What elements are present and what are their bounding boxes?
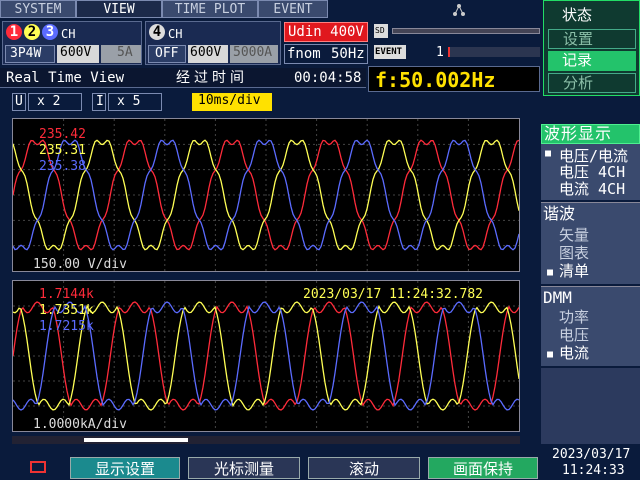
capture-timestamp: 2023/03/17 11:24:32.782 <box>303 287 484 302</box>
channel-4-group[interactable]: 4 CH OFF 600V 5000A <box>145 21 281 65</box>
display-settings-button[interactable]: 显示设置 <box>70 457 180 479</box>
network-icon <box>452 2 466 16</box>
status-menu: 状态 设置 记录 分析 <box>543 0 640 96</box>
ch3-badge: 3 <box>42 24 58 40</box>
udin-indicator: Udin 400V <box>284 22 368 42</box>
waveform-submenu: ■ 电压/电流 电压 4CH 电流 4CH <box>541 144 640 200</box>
current-div-label: 1.0000kA/div <box>33 417 127 432</box>
current-range-field: 5A <box>101 45 141 63</box>
event-count: 1 <box>436 45 444 60</box>
voltage-waveform-panel[interactable]: 235.42 235.31 235.38 150.00 V/div <box>12 118 520 272</box>
voltage-div-label: 150.00 V/div <box>33 257 127 272</box>
clock-time: 11:24:33 <box>562 463 625 478</box>
i-scale-label: I <box>92 93 106 111</box>
scroll-thumb[interactable] <box>84 438 188 442</box>
ch4-voltage-range-field: 600V <box>188 45 228 63</box>
view-name: Real Time View <box>6 70 125 86</box>
voltage-range-field: 600V <box>57 45 99 63</box>
dmm-menu: DMM 功率 电压 ■ 电流 <box>541 286 640 366</box>
status-item-settings[interactable]: 设置 <box>548 29 636 49</box>
cursor-measure-button[interactable]: 光标测量 <box>188 457 300 479</box>
scroll-button[interactable]: 滚动 <box>308 457 420 479</box>
u-scale-label: U <box>12 93 26 111</box>
voltage-waveform-svg <box>13 119 519 271</box>
ch4-current-range-field: 5000A <box>230 45 278 63</box>
battery-icon <box>30 461 46 473</box>
current-waveform-panel[interactable]: 1.7144k 1.7351k 1.7215k 2023/03/17 11:24… <box>12 280 520 432</box>
side-menu-filler <box>541 368 640 444</box>
elapsed-time: 00:04:58 <box>294 70 362 86</box>
dmm-menu-title[interactable]: DMM <box>543 290 572 306</box>
harmonic-menu-title[interactable]: 谐波 <box>543 206 575 222</box>
fnom-indicator: fnom 50Hz <box>284 44 368 64</box>
tab-time-plot[interactable]: TIME PLOT <box>162 0 258 18</box>
u-scale-value[interactable]: x 2 <box>28 93 82 111</box>
frequency-display: f:50.002Hz <box>368 66 540 92</box>
ch1-badge: 1 <box>6 24 22 40</box>
status-item-analysis[interactable]: 分析 <box>548 73 636 93</box>
voltage-readout-ch1: 235.42 <box>39 127 86 142</box>
ch4-badge: 4 <box>149 24 165 40</box>
sd-card-icon: SD <box>374 24 388 38</box>
status-item-record[interactable]: 记录 <box>548 51 636 71</box>
info-row: Real Time View 经过时间 00:04:58 <box>0 68 366 88</box>
screen-hold-button[interactable]: 画面保持 <box>428 457 538 479</box>
tab-view[interactable]: VIEW <box>76 0 162 18</box>
waveform-menu-title[interactable]: 波形显示 <box>541 124 640 144</box>
elapsed-label: 经过时间 <box>176 70 248 86</box>
clock-date: 2023/03/17 <box>552 447 631 462</box>
status-menu-title: 状态 <box>562 6 593 24</box>
voltage-readout-ch2: 235.31 <box>39 143 86 158</box>
tab-event[interactable]: EVENT <box>258 0 328 18</box>
time-div-value[interactable]: 10ms/div <box>192 93 272 111</box>
current-readout-ch1: 1.7144k <box>39 287 94 302</box>
ch4-label: CH <box>168 27 183 41</box>
i-scale-value[interactable]: x 5 <box>108 93 162 111</box>
event-bar <box>448 47 540 57</box>
scroll-position-bar[interactable] <box>12 436 520 444</box>
channel-group-123[interactable]: 1 2 3 CH 3P4W 600V 5A <box>2 21 142 65</box>
ch-label: CH <box>61 27 76 41</box>
current-readout-ch2: 1.7351k <box>39 303 94 318</box>
event-badge: EVENT <box>374 45 406 59</box>
current-readout-ch3: 1.7215k <box>39 319 94 334</box>
harmonic-menu: 谐波 矢量 图表 ■ 清单 <box>541 202 640 284</box>
ch4-state-field: OFF <box>148 45 186 63</box>
wiring-field: 3P4W <box>5 45 55 63</box>
ch2-badge: 2 <box>24 24 40 40</box>
voltage-readout-ch3: 235.38 <box>39 159 86 174</box>
sd-usage-bar <box>392 28 540 34</box>
tab-system[interactable]: SYSTEM <box>0 0 76 18</box>
